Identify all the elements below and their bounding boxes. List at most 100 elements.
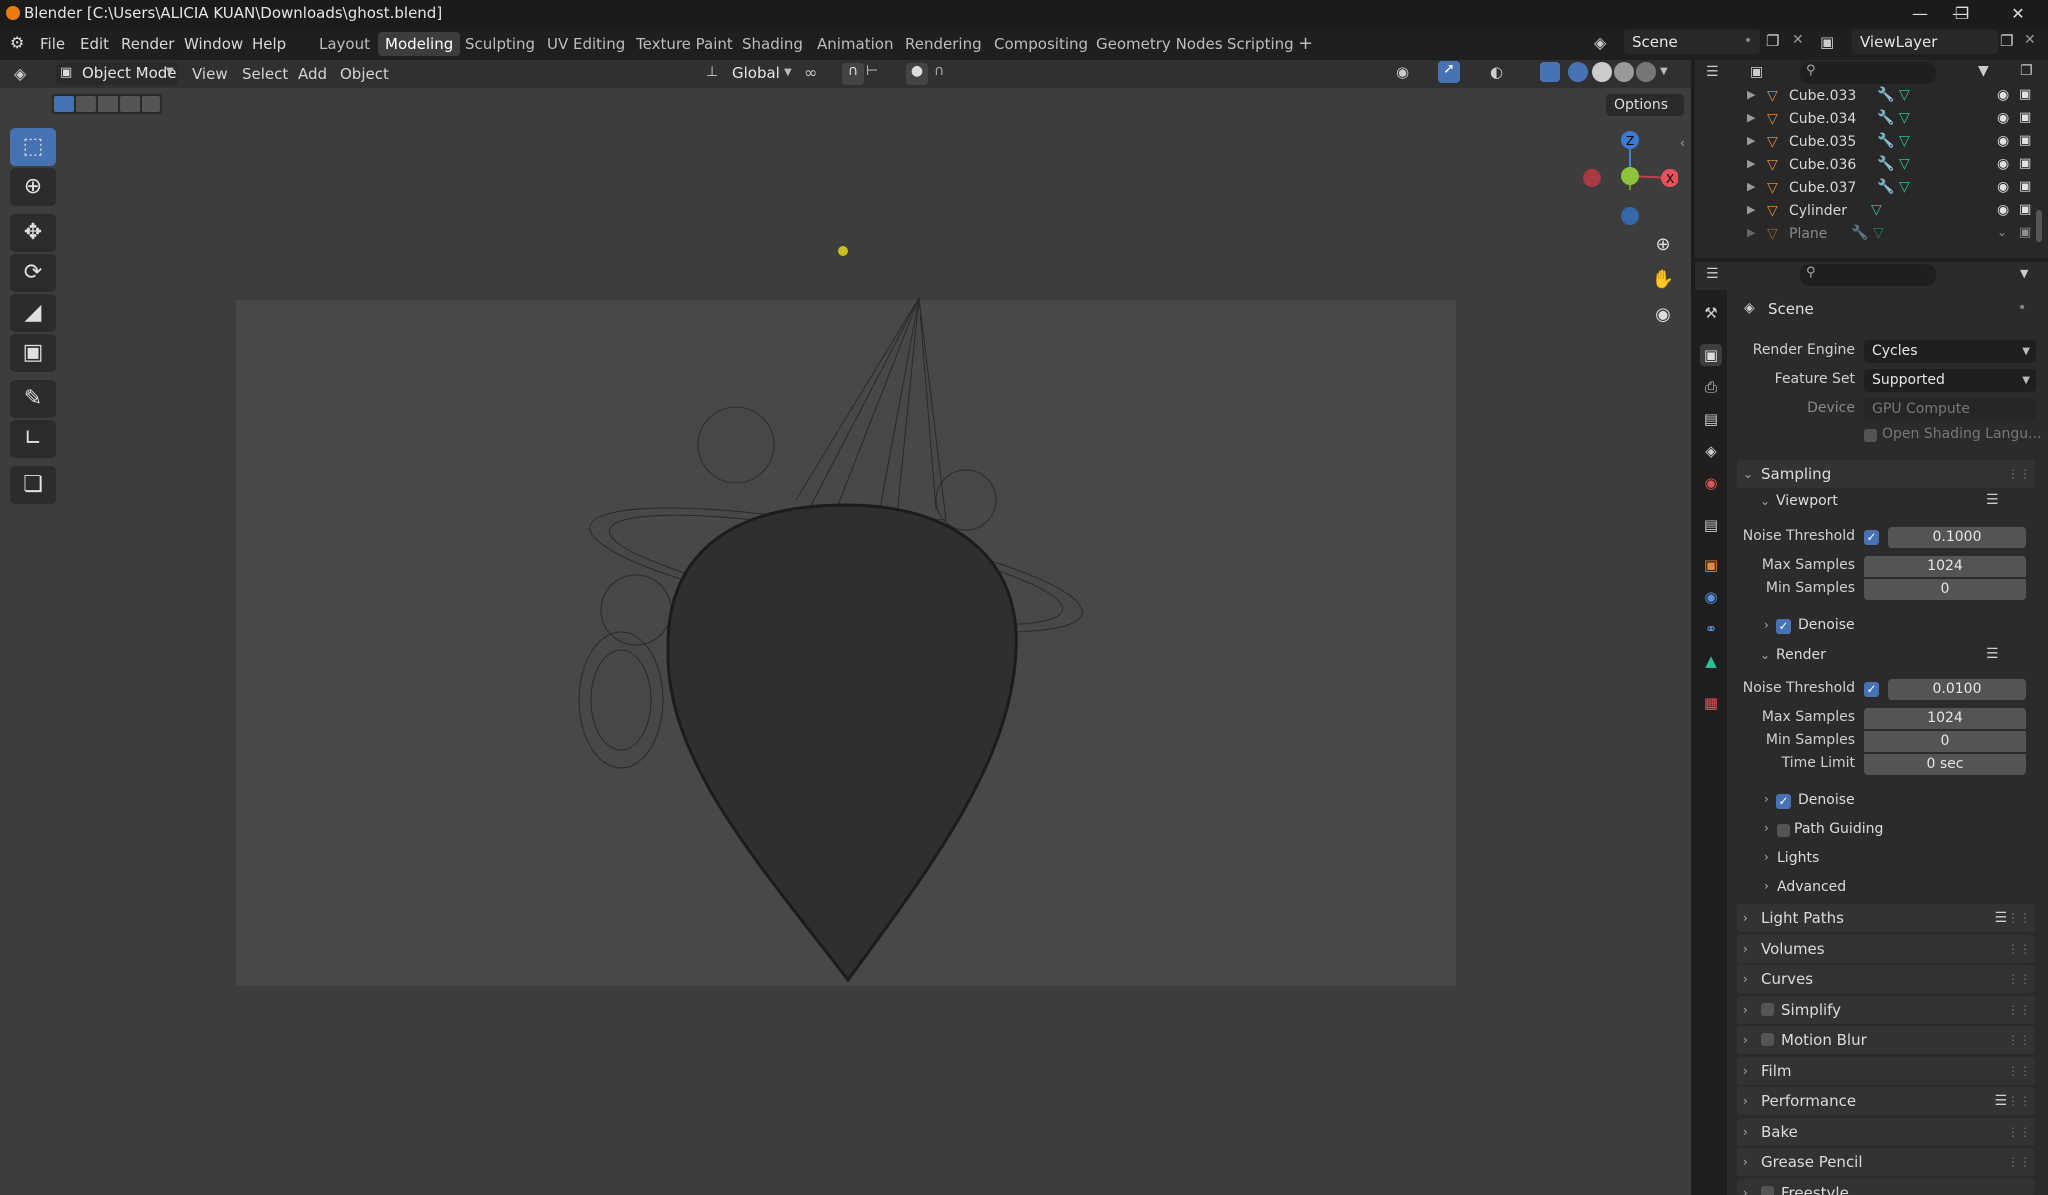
chevron-down-icon[interactable]: ▼ <box>1660 66 1668 77</box>
render-engine-dropdown[interactable]: Cycles ▼ <box>1864 340 2036 363</box>
drag-handle-icon[interactable]: ⋮⋮ <box>2007 935 2031 963</box>
move-tool[interactable]: ✥ <box>10 214 56 252</box>
render-icon[interactable]: ▣ <box>2019 87 2031 102</box>
select-intersect-icon[interactable] <box>142 96 160 112</box>
pan-hand-icon[interactable]: ✋ <box>1648 265 1678 295</box>
object-tab-icon[interactable]: ▣ <box>1700 554 1722 576</box>
snap-target-icon[interactable]: ⊢ <box>866 63 878 79</box>
menu-object[interactable]: Object <box>334 62 395 86</box>
outliner-row[interactable]: ▶ ▽ Cylinder ▽ ◉ ▣ <box>1695 201 2048 224</box>
tab-texture-paint[interactable]: Texture Paint <box>629 32 740 56</box>
select-subtract-icon[interactable] <box>98 96 118 112</box>
orientation-dropdown[interactable]: ⊥ Global ▼ <box>704 63 794 85</box>
r-max-samples-field[interactable]: 1024 <box>1864 708 2026 729</box>
falloff-icon[interactable]: ∩ <box>934 63 944 79</box>
presets-list-icon[interactable]: ☰ <box>1994 1087 2007 1115</box>
tab-sculpting[interactable]: Sculpting <box>458 32 542 56</box>
chevron-right-icon[interactable]: › <box>1764 821 1769 835</box>
drag-handle-icon[interactable]: ⋮⋮ <box>2007 904 2031 932</box>
device-dropdown[interactable]: GPU Compute <box>1864 398 2036 421</box>
chevron-right-icon[interactable]: › <box>1764 850 1769 864</box>
menu-add[interactable]: Add <box>292 62 333 86</box>
freestyle-checkbox[interactable] <box>1761 1186 1774 1195</box>
tab-compositing[interactable]: Compositing <box>987 32 1095 56</box>
solid-shading-icon[interactable] <box>1592 62 1612 82</box>
eye-icon[interactable]: ◉ <box>1997 133 2009 149</box>
select-new-icon[interactable] <box>54 96 74 112</box>
presets-list-icon[interactable]: ☰ <box>1986 646 1999 662</box>
data-tab-icon[interactable]: ▲ <box>1700 650 1722 672</box>
tab-uv-editing[interactable]: UV Editing <box>540 32 632 56</box>
navigation-gizmo[interactable]: Z X <box>1578 128 1678 228</box>
sidebar-toggle-icon[interactable]: ‹ <box>1680 136 1685 150</box>
expand-icon[interactable]: ▶ <box>1747 134 1755 147</box>
viewlayer-field[interactable]: ViewLayer <box>1852 30 1998 54</box>
render-icon[interactable]: ▣ <box>2019 225 2031 240</box>
chevron-down-icon[interactable]: ⌄ <box>1760 648 1770 662</box>
path-guiding-checkbox[interactable] <box>1777 824 1790 837</box>
new-viewlayer-icon[interactable]: ❐ <box>2000 32 2013 50</box>
vp-noise-checkbox[interactable]: ✓ <box>1864 530 1879 545</box>
performance-panel-header[interactable]: › Performance ☰ ⋮⋮ <box>1737 1087 2035 1115</box>
menu-window[interactable]: Window <box>178 32 249 56</box>
drag-handle-icon[interactable]: ⋮⋮ <box>2007 1087 2031 1115</box>
simplify-panel-header[interactable]: › Simplify ⋮⋮ <box>1737 996 2035 1024</box>
mode-dropdown[interactable]: ▣ Object Mode ▼ <box>56 63 178 85</box>
scene-field[interactable]: Scene <box>1624 30 1760 54</box>
close-icon[interactable]: ✕ <box>1998 2 2038 26</box>
curves-panel-header[interactable]: › Curves ⋮⋮ <box>1737 965 2035 993</box>
chevron-right-icon[interactable]: › <box>1764 618 1769 632</box>
new-collection-icon[interactable]: ❐ <box>2020 63 2033 79</box>
lights-subpanel-label[interactable]: Lights <box>1777 850 1819 866</box>
drag-handle-icon[interactable]: ⋮⋮ <box>2007 965 2031 993</box>
motion-blur-panel-header[interactable]: › Motion Blur ⋮⋮ <box>1737 1026 2035 1054</box>
menu-render[interactable]: Render <box>115 32 180 56</box>
scene-icon[interactable]: ◈ <box>1594 33 1606 52</box>
selection-mode-buttons[interactable] <box>52 94 162 114</box>
view-layer-tab-icon[interactable]: ▤ <box>1700 408 1722 430</box>
expand-icon[interactable]: ▶ <box>1747 157 1755 170</box>
viewport-subpanel-label[interactable]: Viewport <box>1776 493 1838 509</box>
menu-edit[interactable]: Edit <box>74 32 115 56</box>
filter-icon[interactable]: ▼ <box>1978 63 1989 79</box>
render-icon[interactable]: ▣ <box>2019 110 2031 125</box>
bake-panel-header[interactable]: › Bake ⋮⋮ <box>1737 1118 2035 1146</box>
motion-blur-checkbox[interactable] <box>1761 1033 1774 1046</box>
properties-editor-icon[interactable]: ☰ <box>1706 266 1719 282</box>
freestyle-panel-header[interactable]: › Freestyle <box>1737 1179 2035 1195</box>
material-shading-icon[interactable] <box>1614 62 1634 82</box>
chevron-down-icon[interactable]: ▼ <box>2020 267 2028 280</box>
properties-search-input[interactable]: ⚲ <box>1800 264 1936 286</box>
r-denoise-checkbox[interactable]: ✓ <box>1776 794 1791 809</box>
r-noise-threshold-field[interactable]: 0.0100 <box>1888 679 2026 700</box>
eye-icon[interactable]: ◉ <box>1997 110 2009 126</box>
restore-icon[interactable]: ❐ <box>1942 2 1982 26</box>
volumes-panel-header[interactable]: › Volumes ⋮⋮ <box>1737 935 2035 963</box>
feature-set-dropdown[interactable]: Supported ▼ <box>1864 369 2036 392</box>
menu-file[interactable]: File <box>34 32 71 56</box>
delete-viewlayer-icon[interactable]: ✕ <box>2024 32 2036 48</box>
zoom-icon[interactable]: ⊕ <box>1648 230 1678 260</box>
constraints-tab-icon[interactable]: ⚭ <box>1700 618 1722 640</box>
film-panel-header[interactable]: › Film ⋮⋮ <box>1737 1057 2035 1085</box>
gizmo-neg-z[interactable] <box>1621 207 1639 225</box>
snap-icon[interactable]: ∩ <box>842 63 864 85</box>
physics-tab-icon[interactable]: ◉ <box>1700 586 1722 608</box>
pin-icon[interactable]: • <box>1744 33 1752 49</box>
r-noise-checkbox[interactable]: ✓ <box>1864 682 1879 697</box>
outliner-search-input[interactable]: ⚲ <box>1800 62 1936 84</box>
tool-tab-icon[interactable]: ⚒ <box>1700 302 1722 324</box>
annotate-tool[interactable]: ✎ <box>10 380 56 418</box>
display-mode-icon[interactable]: ▣ <box>1750 64 1763 80</box>
vp-noise-threshold-field[interactable]: 0.1000 <box>1888 527 2026 548</box>
eye-icon[interactable]: ◉ <box>1997 156 2009 172</box>
expand-icon[interactable]: ▶ <box>1747 180 1755 193</box>
select-box-tool[interactable]: ⬚ <box>10 128 56 166</box>
chevron-right-icon[interactable]: › <box>1764 792 1769 806</box>
outliner-scrollbar[interactable] <box>2036 210 2042 242</box>
viewlayer-icon[interactable]: ▣ <box>1820 33 1834 51</box>
osl-checkbox[interactable] <box>1864 429 1877 442</box>
tab-modeling[interactable]: Modeling <box>378 32 461 56</box>
outliner-row[interactable]: ▶ ▽ Cube.033 🔧 ▽ ◉ ▣ <box>1695 86 2048 109</box>
gizmo-y-axis[interactable] <box>1621 167 1639 185</box>
